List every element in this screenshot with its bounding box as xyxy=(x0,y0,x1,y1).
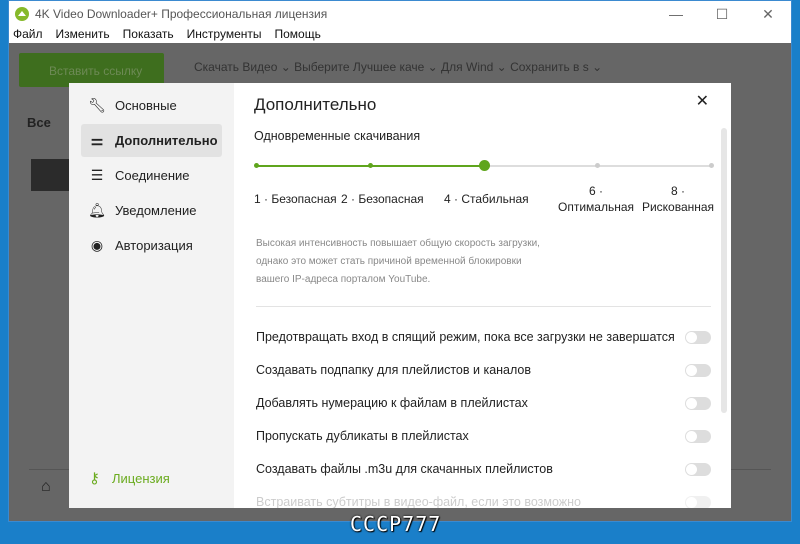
sidebar-item-label: Уведомление xyxy=(115,203,197,218)
slider-step[interactable] xyxy=(254,163,259,168)
option-row: Встраивать субтитры в видео-файл, если э… xyxy=(256,492,711,508)
slider-handle[interactable] xyxy=(478,160,490,171)
user-icon: ◉ xyxy=(90,237,104,253)
menu-tools[interactable]: Инструменты xyxy=(187,27,262,43)
slider-label-1: 1 · Безопасная xyxy=(254,192,337,206)
concurrent-downloads-slider[interactable] xyxy=(254,160,714,171)
option-label: Создавать подпапку для плейлистов и кана… xyxy=(256,363,532,377)
sidebar-item-label: Дополнительно xyxy=(115,133,218,148)
bell-icon: 🔔︎ xyxy=(88,202,106,218)
settings-content: Дополнительно ✕ Одновременные скачивания… xyxy=(234,83,731,508)
slider-label-6: 6 · Оптимальная xyxy=(557,184,634,214)
option-row: Создавать файлы .m3u для скачанных плейл… xyxy=(256,459,711,479)
slider-label-8: 8 · Рискованная xyxy=(641,184,715,214)
sidebar-item-label: Авторизация xyxy=(115,238,193,253)
window-title: 4K Video Downloader+ Профессиональная ли… xyxy=(35,7,328,21)
title-bar: 4K Video Downloader+ Профессиональная ли… xyxy=(9,1,791,27)
option-row: Создавать подпапку для плейлистов и кана… xyxy=(256,360,711,380)
sidebar-item-connection[interactable]: ☰ Соединение xyxy=(81,159,222,192)
option-label: Добавлять нумерацию к файлам в плейлиста… xyxy=(256,396,528,410)
option-toggle[interactable] xyxy=(685,495,711,508)
sidebar-item-label: Соединение xyxy=(115,168,190,183)
sidebar-item-advanced[interactable]: ⚌ Дополнительно xyxy=(81,124,222,157)
option-toggle[interactable] xyxy=(685,429,711,443)
menu-bar: Файл Изменить Показать Инструменты Помощ… xyxy=(9,27,791,43)
settings-sidebar: 🔧︎ Основные ⚌ Дополнительно ☰ Соединение 🔔︎… xyxy=(69,83,234,508)
sidebar-item-notifications[interactable]: 🔔︎ Уведомление xyxy=(81,194,222,227)
menu-view[interactable]: Показать xyxy=(123,27,174,43)
minimize-button[interactable]: — xyxy=(653,1,699,27)
sidebar-item-label: Основные xyxy=(115,98,177,113)
option-label: Встраивать субтитры в видео-файл, если э… xyxy=(256,495,582,508)
menu-file[interactable]: Файл xyxy=(13,27,43,43)
option-label: Создавать файлы .m3u для скачанных плейл… xyxy=(256,462,553,476)
wrench-icon: 🔧︎ xyxy=(88,97,106,113)
key-icon: ⚷ xyxy=(89,470,100,487)
slider-label-2: 2 · Безопасная xyxy=(341,192,424,206)
option-row: Предотвращать вход в спящий режим, пока … xyxy=(256,327,711,347)
app-logo-icon xyxy=(15,7,29,21)
tab-all[interactable]: Все xyxy=(27,115,51,130)
option-toggle[interactable] xyxy=(685,396,711,410)
maximize-button[interactable]: ☐ xyxy=(699,1,745,27)
page-title: Дополнительно xyxy=(254,95,377,114)
settings-dialog: 🔧︎ Основные ⚌ Дополнительно ☰ Соединение 🔔︎… xyxy=(69,83,731,508)
scrollbar[interactable] xyxy=(721,128,727,413)
menu-help[interactable]: Помощь xyxy=(275,27,321,43)
option-toggle[interactable] xyxy=(685,363,711,377)
option-toggle[interactable] xyxy=(685,330,711,344)
close-dialog-button[interactable]: ✕ xyxy=(696,91,709,111)
paste-link-button[interactable]: Вставить ссылку xyxy=(19,53,164,87)
slider-label-4: 4 · Стабильная xyxy=(444,192,529,206)
divider xyxy=(256,306,711,307)
concurrent-downloads-label: Одновременные скачивания xyxy=(254,129,421,143)
sidebar-item-license[interactable]: ⚷ Лицензия xyxy=(89,469,170,487)
sidebar-item-authorization[interactable]: ◉ Авторизация xyxy=(81,229,222,262)
close-window-button[interactable]: ✕ xyxy=(745,1,791,27)
sidebar-item-general[interactable]: 🔧︎ Основные xyxy=(81,89,222,122)
slider-step[interactable] xyxy=(367,163,373,168)
option-row: Добавлять нумерацию к файлам в плейлиста… xyxy=(256,393,711,413)
slider-step[interactable] xyxy=(595,163,601,168)
menu-edit[interactable]: Изменить xyxy=(56,27,110,43)
connection-icon: ☰ xyxy=(90,167,104,183)
home-icon[interactable]: ⌂ xyxy=(41,478,51,496)
watermark: СССР777 xyxy=(350,512,442,536)
option-toggle[interactable] xyxy=(685,462,711,476)
concurrency-note: Высокая интенсивность повышает общую ско… xyxy=(256,238,540,285)
sliders-icon: ⚌ xyxy=(90,132,104,148)
option-row: Пропускать дубликаты в плейлистах xyxy=(256,426,711,446)
slider-step[interactable] xyxy=(709,163,714,168)
option-label: Предотвращать вход в спящий режим, пока … xyxy=(256,330,675,344)
license-label: Лицензия xyxy=(112,470,170,486)
option-label: Пропускать дубликаты в плейлистах xyxy=(256,429,469,443)
download-options[interactable]: Скачать Видео ⌄ Выберите Лучшее каче ⌄ Д… xyxy=(194,60,602,74)
